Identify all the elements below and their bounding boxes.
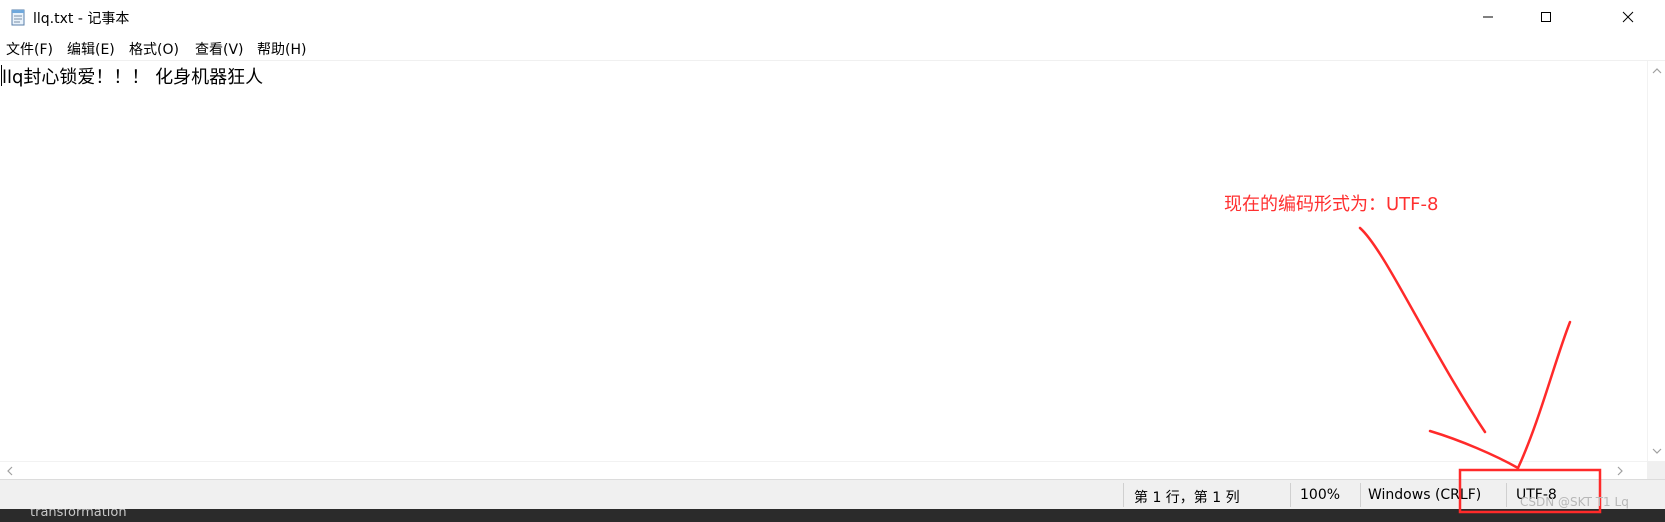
menu-file[interactable]: 文件(F) [6, 39, 53, 59]
close-icon [1622, 11, 1634, 23]
vertical-scroll-arrows [1652, 68, 1662, 454]
window-title: llq.txt - 记事本 [33, 11, 130, 27]
text-caret [1, 65, 2, 86]
horizontal-scrollbar[interactable] [0, 461, 1647, 480]
minimize-icon [1483, 16, 1493, 18]
horizontal-scroll-arrows [7, 466, 1623, 476]
editor-content[interactable]: llq封心锁爱！！！ 化身机器狂人 [2, 63, 263, 89]
status-separator [1123, 483, 1124, 507]
line-ending: Windows (CRLF) [1368, 487, 1482, 503]
cursor-position: 第 1 行，第 1 列 [1134, 490, 1240, 506]
text-editor[interactable]: llq封心锁爱！！！ 化身机器狂人 [0, 61, 1647, 461]
maximize-button[interactable] [1518, 0, 1574, 34]
status-separator [1290, 483, 1291, 507]
scroll-right-icon [1617, 466, 1623, 476]
status-bar: 第 1 行，第 1 列 100% Windows (CRLF) UTF-8 [0, 479, 1665, 510]
annotation-label: 现在的编码形式为：UTF-8 [1224, 194, 1439, 215]
menu-edit[interactable]: 编辑(E) [67, 39, 115, 59]
title-bar[interactable]: llq.txt - 记事本 [0, 0, 1665, 34]
menu-bar: 文件(F) 编辑(E) 格式(O) 查看(V) 帮助(H) [0, 34, 1665, 61]
close-button[interactable] [1600, 0, 1656, 34]
zoom-level: 100% [1300, 487, 1341, 503]
watermark: CSDN @SKT T1 Lq [1520, 495, 1629, 509]
status-separator [1360, 483, 1361, 507]
scroll-down-icon [1652, 448, 1662, 454]
vertical-scrollbar[interactable] [1647, 61, 1665, 461]
scrollbar-corner [1647, 461, 1665, 479]
minimize-button[interactable] [1460, 0, 1516, 34]
background-window-strip: transformation [0, 509, 1665, 522]
scroll-up-icon [1652, 68, 1662, 74]
menu-help[interactable]: 帮助(H) [257, 39, 306, 59]
background-window-label: transformation [30, 509, 127, 520]
menu-format[interactable]: 格式(O) [129, 39, 179, 59]
notepad-icon [11, 9, 25, 26]
status-separator [1506, 483, 1507, 507]
scroll-left-icon [7, 466, 13, 476]
maximize-icon [1541, 12, 1551, 22]
menu-view[interactable]: 查看(V) [195, 39, 244, 59]
